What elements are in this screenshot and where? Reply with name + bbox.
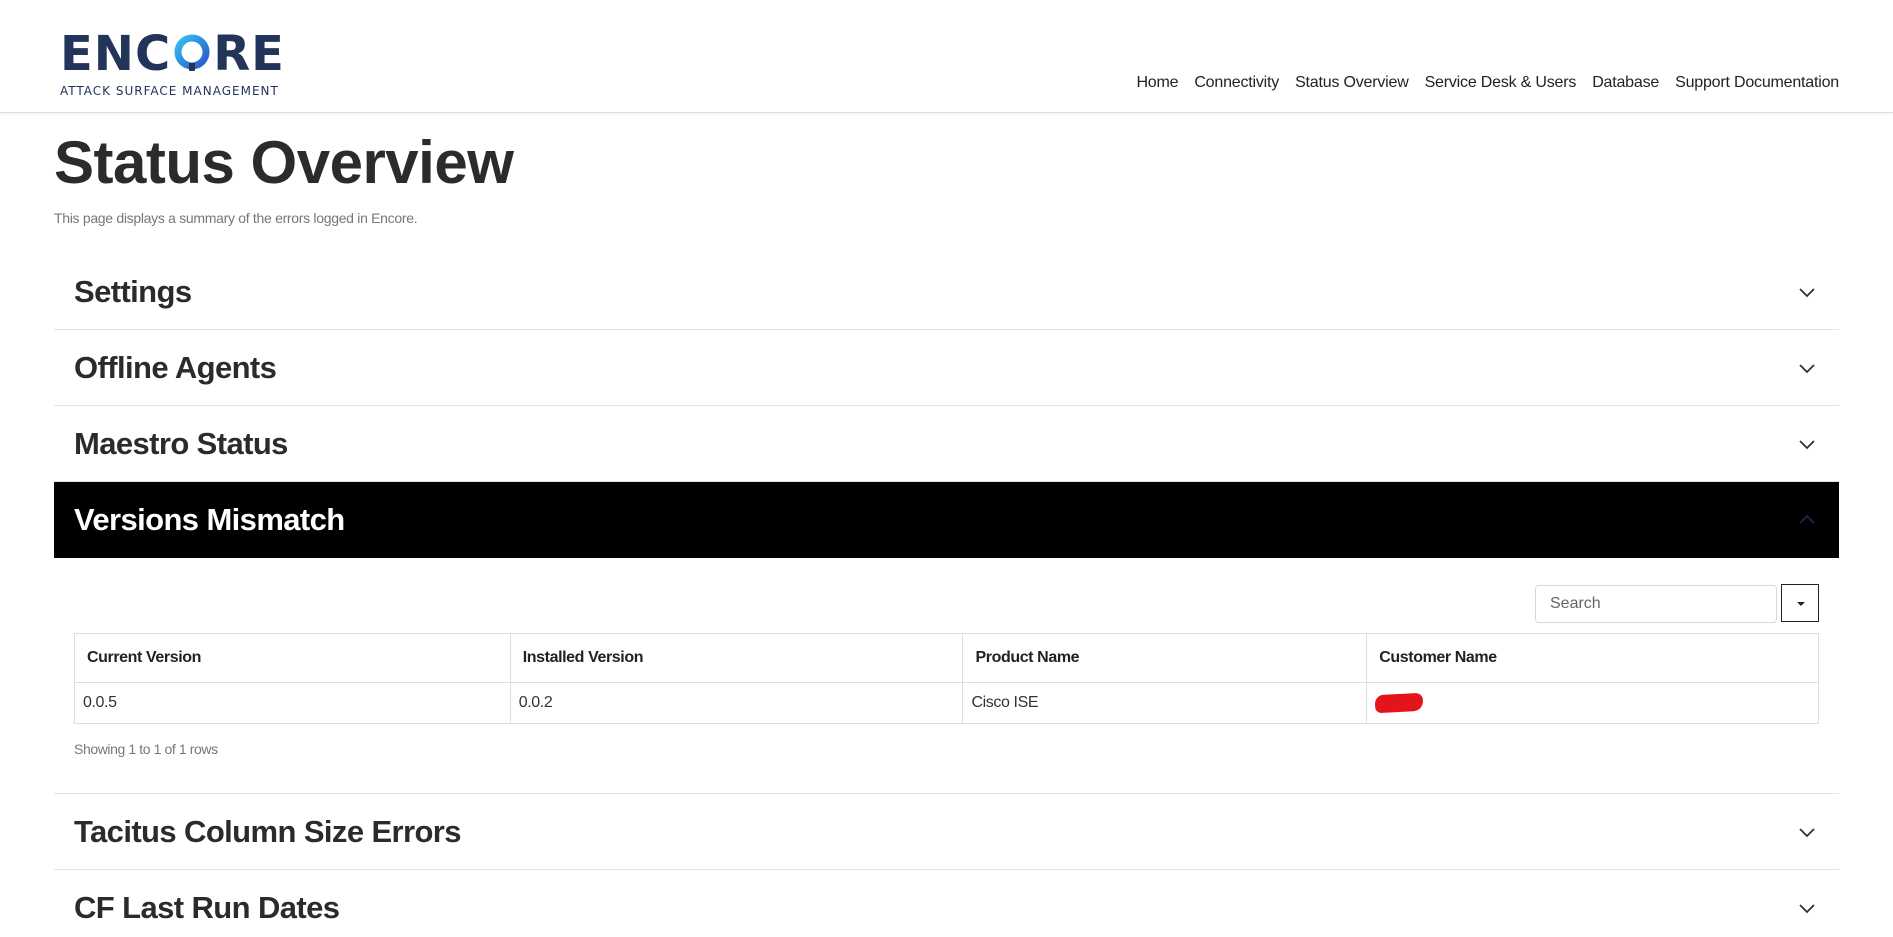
nav-support-documentation[interactable]: Support Documentation	[1675, 74, 1839, 92]
chevron-down-icon	[1799, 439, 1815, 449]
page-title: Status Overview	[54, 129, 514, 196]
search-input[interactable]	[1536, 586, 1776, 622]
cell-installed-version: 0.0.2	[509, 682, 964, 724]
table-search	[1535, 585, 1777, 623]
chevron-down-icon	[1799, 827, 1815, 837]
accordion-title: Tacitus Column Size Errors	[74, 813, 462, 849]
nav-status-overview[interactable]: Status Overview	[1295, 74, 1409, 92]
cell-current-version: 0.0.5	[74, 682, 511, 724]
accordion-cf-last-run-dates[interactable]: CF Last Run Dates	[54, 870, 1839, 937]
nav-connectivity[interactable]: Connectivity	[1194, 74, 1279, 92]
cell-customer-name	[1366, 682, 1819, 724]
redaction-mark	[1374, 692, 1424, 714]
versions-table: Current Version Installed Version Produc…	[74, 633, 1819, 724]
chevron-down-icon	[1799, 363, 1815, 373]
nav-service-desk-users[interactable]: Service Desk & Users	[1425, 74, 1577, 92]
versions-mismatch-panel: Current Version Installed Version Produc…	[54, 558, 1839, 794]
logo-o-bulb-icon	[172, 34, 212, 74]
nav-home[interactable]: Home	[1136, 74, 1178, 92]
accordion-title: Versions Mismatch	[74, 502, 345, 537]
status-accordion: Settings Offline Agents Maestro Status V…	[54, 254, 1839, 937]
caret-down-icon	[1797, 602, 1805, 606]
top-navigation-bar: ENC RE ATTACK SURFACE MANAGEMENT Home Co…	[0, 0, 1893, 113]
encore-logo[interactable]: ENC RE ATTACK SURFACE MANAGEMENT	[60, 26, 284, 100]
chevron-down-icon	[1799, 287, 1815, 297]
table-row: 0.0.5 0.0.2 Cisco ISE	[74, 682, 1819, 724]
table-header-row: Current Version Installed Version Produc…	[74, 633, 1819, 683]
column-header-current-version[interactable]: Current Version	[74, 633, 511, 683]
accordion-title: Offline Agents	[74, 349, 277, 385]
accordion-maestro-status[interactable]: Maestro Status	[54, 406, 1839, 482]
accordion-title: CF Last Run Dates	[74, 889, 340, 925]
accordion-title: Settings	[74, 273, 192, 309]
logo-tagline: ATTACK SURFACE MANAGEMENT	[60, 84, 279, 98]
logo-wordmark: ENC RE	[60, 26, 284, 82]
logo-text-suffix: RE	[213, 26, 285, 82]
logo-text-prefix: ENC	[60, 26, 172, 82]
main-nav: Home Connectivity Status Overview Servic…	[1136, 74, 1839, 92]
page-subtitle: This page displays a summary of the erro…	[54, 210, 418, 226]
column-header-customer-name[interactable]: Customer Name	[1366, 633, 1819, 683]
nav-database[interactable]: Database	[1592, 74, 1659, 92]
column-header-product-name[interactable]: Product Name	[962, 633, 1368, 683]
accordion-title: Maestro Status	[74, 425, 288, 461]
pagination-info: Showing 1 to 1 of 1 rows	[74, 741, 218, 757]
accordion-tacitus-column-size-errors[interactable]: Tacitus Column Size Errors	[54, 794, 1839, 870]
accordion-versions-mismatch[interactable]: Versions Mismatch	[54, 482, 1839, 558]
chevron-up-icon	[1799, 514, 1815, 524]
column-header-installed-version[interactable]: Installed Version	[509, 633, 964, 683]
cell-product-name: Cisco ISE	[962, 682, 1368, 724]
accordion-offline-agents[interactable]: Offline Agents	[54, 330, 1839, 406]
columns-dropdown-button[interactable]	[1781, 584, 1819, 622]
accordion-settings[interactable]: Settings	[54, 254, 1839, 330]
chevron-down-icon	[1799, 903, 1815, 913]
